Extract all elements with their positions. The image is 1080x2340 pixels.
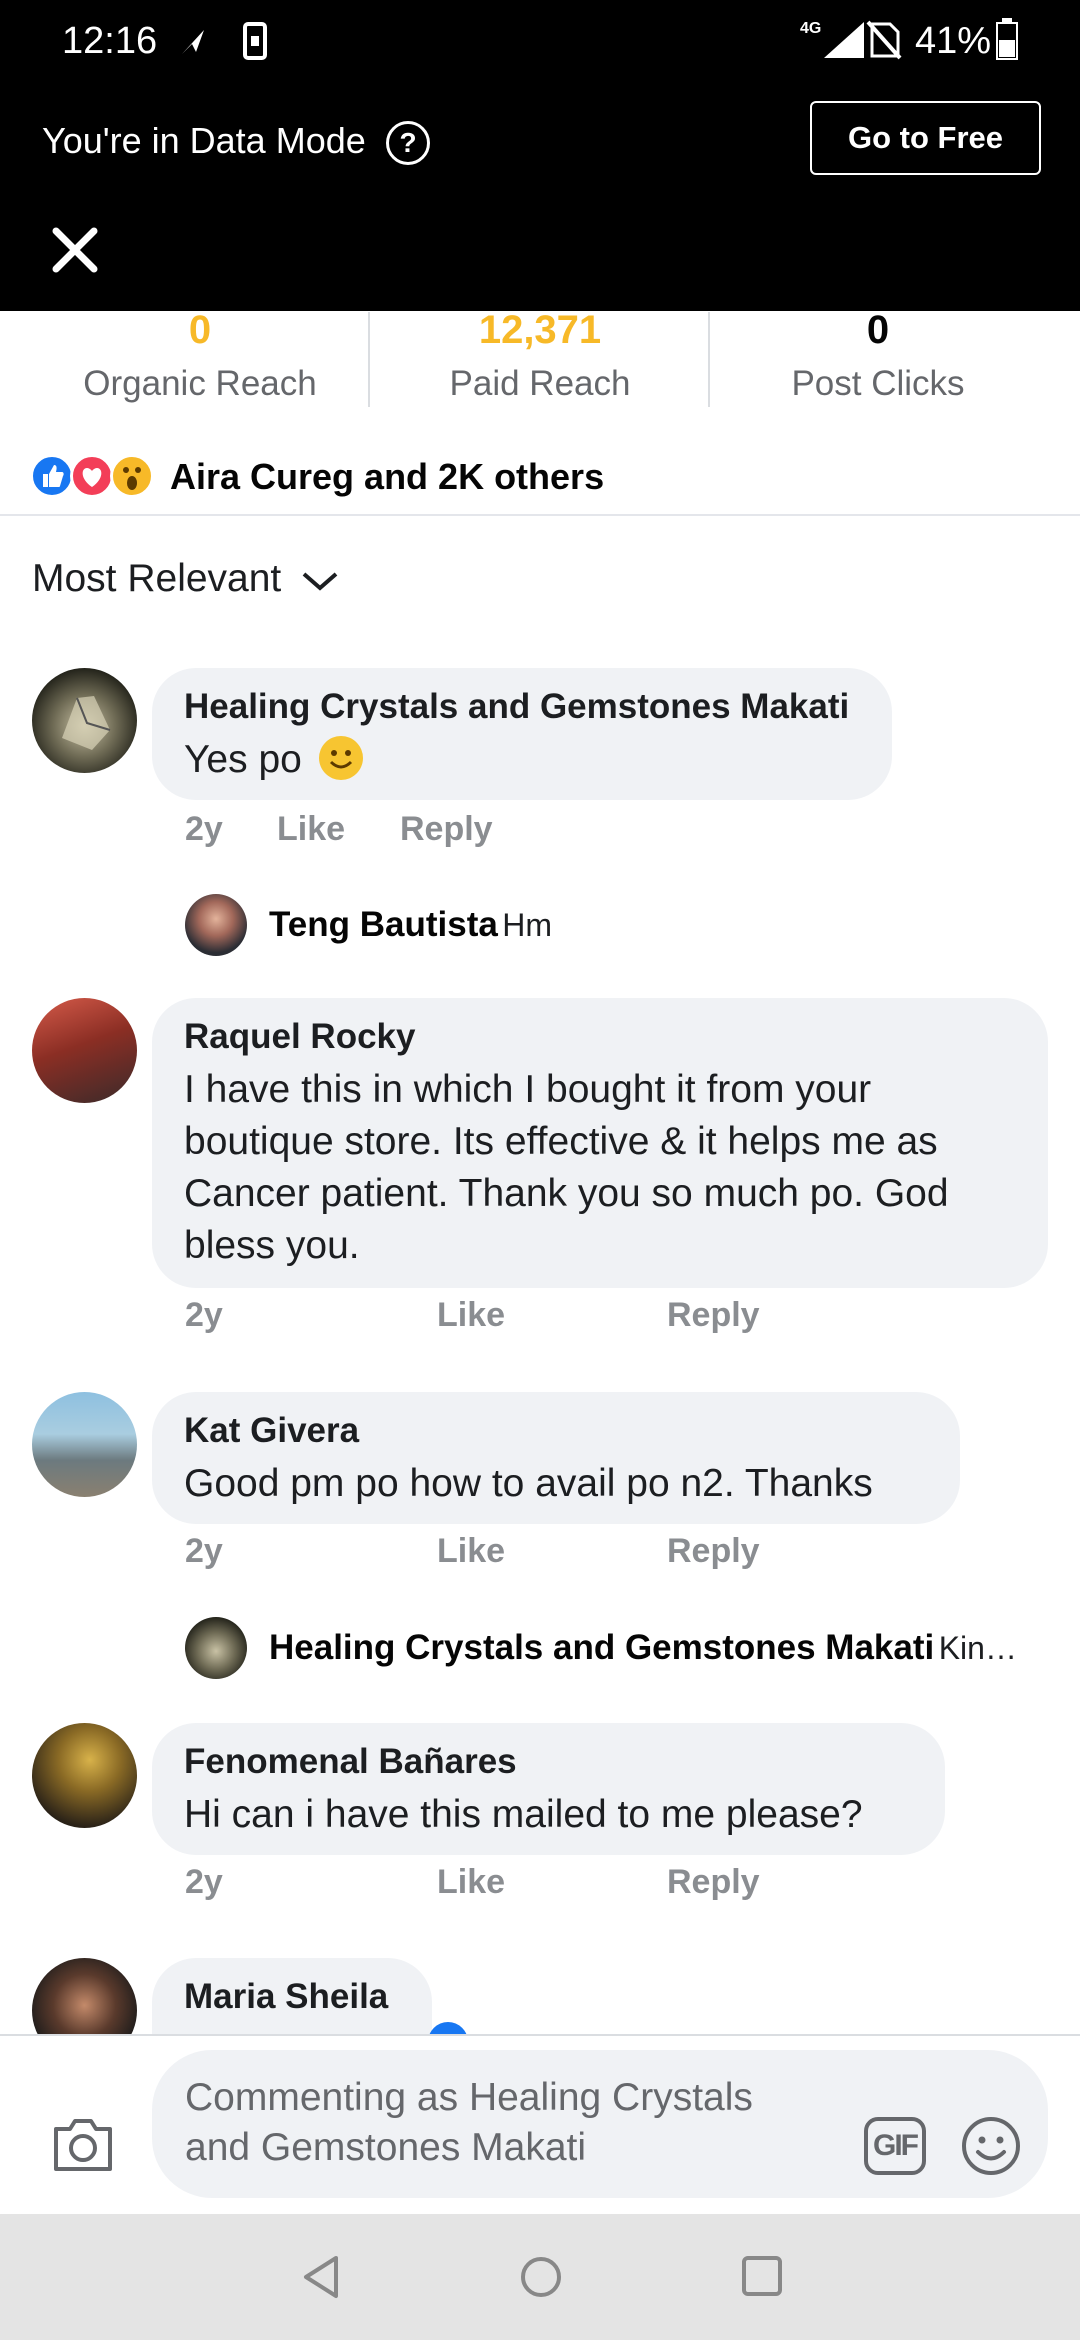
love-icon xyxy=(70,454,114,498)
post-clicks-value: 0 xyxy=(866,308,890,352)
like-button[interactable]: Like xyxy=(437,1859,505,1905)
comment-author[interactable]: Healing Crystals and Gemstones Makati xyxy=(184,684,849,730)
comment-time: 2y xyxy=(185,810,223,848)
comment-bubble[interactable]: Raquel Rocky I have this in which I boug… xyxy=(152,998,1048,1288)
go-to-free-button[interactable]: Go to Free xyxy=(810,101,1041,175)
data-mode-banner: 12:16 4G 41% You're in Data Mode ? Go to… xyxy=(0,0,1080,311)
avatar[interactable] xyxy=(32,998,137,1103)
reply-button[interactable]: Reply xyxy=(667,1859,760,1905)
avatar[interactable] xyxy=(32,1723,137,1828)
reply-text: Kin… xyxy=(938,1630,1017,1666)
comment-author[interactable]: Raquel Rocky xyxy=(184,1014,415,1060)
data-mode-text: You're in Data Mode xyxy=(42,120,366,161)
comment-text: Good pm po how to avail po n2. Thanks xyxy=(184,1462,873,1505)
comment-text-body: Yes po xyxy=(184,738,302,781)
like-button[interactable]: Like xyxy=(277,806,345,852)
comment-author[interactable]: Kat Givera xyxy=(184,1408,359,1454)
like-button[interactable]: Like xyxy=(437,1292,505,1338)
reply-preview[interactable]: Healing Crystals and Gemstones Makati Ki… xyxy=(269,1625,1039,1671)
no-sim-icon xyxy=(866,20,902,60)
comment-author[interactable]: Fenomenal Bañares xyxy=(184,1739,517,1785)
sort-label: Most Relevant xyxy=(32,557,282,600)
comment-author[interactable]: Maria Sheila xyxy=(184,1974,388,2020)
like-icon xyxy=(30,454,74,498)
close-icon[interactable] xyxy=(50,225,100,275)
sort-dropdown[interactable]: Most Relevant xyxy=(32,553,340,605)
wow-icon xyxy=(110,454,154,498)
smile-emoji-icon xyxy=(318,736,363,780)
like-button[interactable]: Like xyxy=(437,1528,505,1574)
camera-icon[interactable] xyxy=(50,2115,116,2175)
battery-percent: 41% xyxy=(915,20,992,62)
paid-reach-label: Paid Reach xyxy=(449,364,631,403)
system-navigation-bar xyxy=(0,2214,1080,2340)
organic-reach-value: 0 xyxy=(188,308,212,352)
navigation-arrow-icon xyxy=(182,30,204,54)
reply-author: Teng Bautista xyxy=(269,905,498,944)
reactions-summary[interactable]: Aira Cureg and 2K others xyxy=(170,452,604,502)
divider xyxy=(0,514,1080,516)
organic-reach-label: Organic Reach xyxy=(83,364,317,403)
signal-icon xyxy=(824,22,864,58)
back-icon[interactable] xyxy=(298,2252,344,2302)
phone-vibrate-icon xyxy=(243,22,267,60)
reply-button[interactable]: Reply xyxy=(667,1528,760,1574)
battery-icon xyxy=(996,18,1018,60)
comment-time: 2y xyxy=(185,1296,223,1334)
recents-icon[interactable] xyxy=(738,2252,786,2300)
gif-icon[interactable]: GIF xyxy=(864,2117,926,2175)
comment-bubble[interactable]: Fenomenal Bañares Hi can i have this mai… xyxy=(152,1723,945,1855)
comment-bubble[interactable]: Kat Givera Good pm po how to avail po n2… xyxy=(152,1392,960,1524)
reply-text: Hm xyxy=(502,907,553,943)
avatar[interactable] xyxy=(32,668,137,773)
avatar[interactable] xyxy=(185,1617,247,1679)
reply-author: Healing Crystals and Gemstones Makati xyxy=(269,1628,935,1667)
post-clicks-label: Post Clicks xyxy=(791,364,965,403)
help-icon[interactable]: ? xyxy=(386,121,430,165)
emoji-icon[interactable] xyxy=(960,2115,1022,2177)
comment-text: I have this in which I bought it from yo… xyxy=(184,1068,949,1267)
comment-input-placeholder[interactable]: Commenting as Healing Crystals and Gemst… xyxy=(185,2073,825,2173)
comment-text: Hi can i have this mailed to me please? xyxy=(184,1793,863,1836)
chevron-down-icon xyxy=(302,572,338,591)
comment-time: 2y xyxy=(185,1863,223,1901)
paid-reach-value: 12,371 xyxy=(478,308,602,352)
comment-text: Yes po xyxy=(184,734,363,786)
home-icon[interactable] xyxy=(516,2252,566,2302)
reply-button[interactable]: Reply xyxy=(400,806,493,852)
status-time: 12:16 xyxy=(62,20,158,62)
comment-time: 2y xyxy=(185,1532,223,1570)
avatar[interactable] xyxy=(32,1392,137,1497)
reactions-icons[interactable] xyxy=(30,454,160,502)
reply-button[interactable]: Reply xyxy=(667,1292,760,1338)
reply-preview[interactable]: Teng Bautista Hm xyxy=(269,902,552,948)
avatar[interactable] xyxy=(185,894,247,956)
network-type: 4G xyxy=(800,20,822,37)
comment-bubble[interactable]: Healing Crystals and Gemstones Makati Ye… xyxy=(152,668,892,800)
